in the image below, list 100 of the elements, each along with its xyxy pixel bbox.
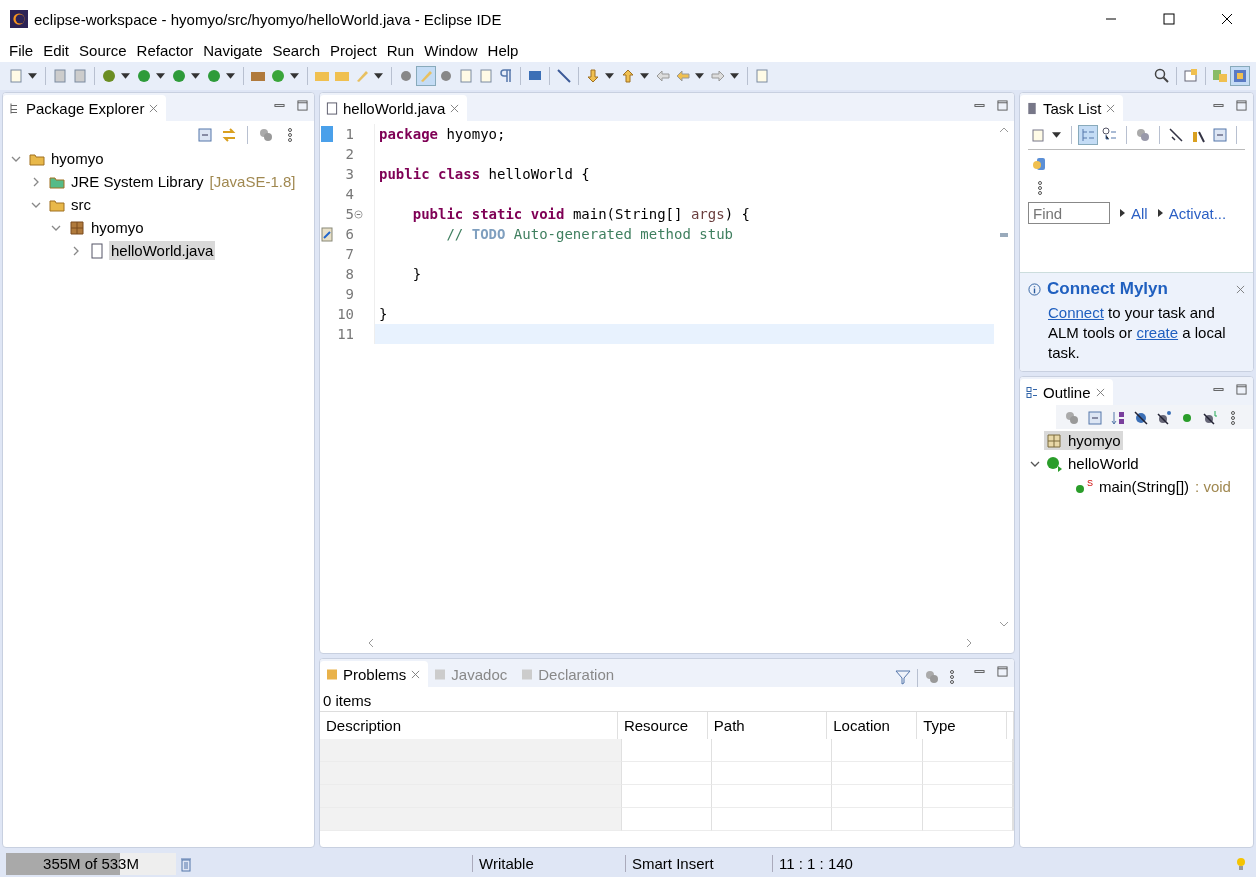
code-line: } <box>411 266 422 282</box>
caret-icon[interactable] <box>191 73 200 79</box>
tree-node-icon <box>89 242 105 259</box>
mylyn-message: Connect to your task and ALM tools or create a local task. <box>1048 303 1227 363</box>
menu-item[interactable]: Project <box>325 41 382 59</box>
method-dot-icon <box>1076 484 1084 493</box>
column-header[interactable]: Type <box>917 712 1007 739</box>
caret-icon[interactable] <box>121 73 130 79</box>
line-number: 8 <box>344 266 354 282</box>
expand-icon[interactable] <box>31 176 41 187</box>
caret-icon[interactable] <box>605 73 614 79</box>
menu-item[interactable]: File <box>4 41 39 59</box>
status-field: 11 : 1 : 140 <box>772 855 909 872</box>
maximize-icon[interactable] <box>997 666 1008 677</box>
lightbulb-icon[interactable] <box>1236 855 1246 872</box>
memory-bar[interactable]: 355M of 533M <box>6 852 176 875</box>
filter-link[interactable]: All <box>1131 204 1148 222</box>
line-number: 11 <box>336 326 354 342</box>
class-icon <box>1046 455 1062 472</box>
maximize-icon[interactable] <box>297 100 308 111</box>
menu-item[interactable]: Run <box>381 41 420 59</box>
tree-item[interactable]: hyomyo <box>89 218 146 237</box>
view-tab-label: Outline <box>1043 383 1091 401</box>
fold-icon[interactable] <box>354 209 363 219</box>
line-number: 2 <box>344 146 354 162</box>
overview-marker-icon <box>1000 233 1008 237</box>
scroll-left-icon[interactable] <box>366 638 376 648</box>
mylyn-link[interactable]: Connect <box>1048 304 1104 321</box>
caret-icon[interactable] <box>730 73 739 79</box>
maximize-icon[interactable] <box>997 100 1008 111</box>
caret-icon[interactable] <box>226 73 235 79</box>
mylyn-link[interactable]: create <box>1136 324 1179 341</box>
tree-item[interactable]: hyomyo <box>49 149 106 168</box>
column-header[interactable]: Location <box>827 712 918 739</box>
menu-item[interactable]: Help <box>482 41 524 59</box>
return-type: : void <box>1195 478 1231 495</box>
notepad-icon <box>1026 101 1038 115</box>
maximize-icon[interactable] <box>1236 384 1247 395</box>
view-tab[interactable]: Outline <box>1020 379 1113 405</box>
caret-icon[interactable] <box>640 73 649 79</box>
tree-item[interactable]: helloWorld.java <box>109 241 216 260</box>
info-icon <box>1028 282 1041 296</box>
tree-item[interactable]: src <box>69 195 93 214</box>
code-line: public class helloWorld { <box>379 166 590 182</box>
outline-item[interactable]: main(String[]) <box>1099 478 1190 495</box>
filter-link[interactable]: Activat... <box>1168 204 1227 222</box>
menu-item[interactable]: Source <box>74 41 132 59</box>
view-tab[interactable]: Problems <box>320 661 429 687</box>
expand-icon[interactable] <box>71 245 81 256</box>
scroll-right-icon[interactable] <box>964 638 974 648</box>
code-line: package hyomyo; <box>379 126 506 142</box>
menu-item[interactable]: Window <box>419 41 483 59</box>
code-line: // TODO Auto-generated method stub <box>445 226 733 242</box>
view-tab-label: Task List <box>1043 99 1102 117</box>
view-icon <box>521 667 534 681</box>
tree-item-decoration: [JavaSE-1.8] <box>209 173 296 190</box>
tree-node-icon <box>69 219 85 236</box>
menu-item[interactable]: Search <box>267 41 325 59</box>
maximize-icon[interactable] <box>1236 100 1247 111</box>
outline-item[interactable]: hyomyo <box>1068 432 1121 449</box>
line-number: 10 <box>336 306 354 322</box>
collapse-all-icon[interactable] <box>1085 408 1105 428</box>
trash-icon[interactable] <box>180 855 192 872</box>
memory-text: 355M of 533M <box>43 855 139 872</box>
menu-item[interactable]: Edit <box>38 41 75 59</box>
view-icon <box>326 667 338 681</box>
collapse-all-icon[interactable] <box>195 125 215 145</box>
view-tab[interactable]: Task List <box>1020 95 1124 121</box>
caret-icon[interactable] <box>374 73 383 79</box>
menu-item[interactable]: Navigate <box>198 41 268 59</box>
line-number: 7 <box>344 246 354 262</box>
line-number: 6 <box>344 226 354 242</box>
java-file-icon <box>326 101 338 115</box>
status-field: Writable <box>472 855 625 872</box>
caret-icon[interactable] <box>290 73 299 79</box>
triangle-icon <box>1157 209 1163 217</box>
caret-icon[interactable] <box>695 73 704 79</box>
view-tab[interactable]: Package Explorer <box>3 95 167 121</box>
item-count: 0 items <box>322 691 373 711</box>
line-number: 9 <box>344 286 354 302</box>
static-modifier-label: S <box>1087 478 1093 488</box>
column-header[interactable]: Path <box>707 712 828 739</box>
perspective-icon[interactable] <box>1230 66 1250 86</box>
find-field[interactable]: Find <box>1028 202 1110 224</box>
editor-tab[interactable]: helloWorld.java <box>320 95 468 121</box>
scroll-down-icon[interactable] <box>999 619 1009 629</box>
caret-icon[interactable] <box>1052 132 1061 138</box>
selected-row[interactable]: hyomyo <box>1044 431 1123 450</box>
outline-item[interactable]: helloWorld <box>1068 455 1139 472</box>
view-icon <box>434 667 447 681</box>
caret-icon[interactable] <box>28 73 37 79</box>
line-number: 5 <box>344 206 354 222</box>
tree-item[interactable]: JRE System Library <box>69 172 206 191</box>
status-field: Smart Insert <box>625 855 772 872</box>
window-title: eclipse-workspace - hyomyo/src/hyomyo/helloWorld.java - Eclipse IDE <box>34 10 502 28</box>
menu-item[interactable]: Refactor <box>131 41 199 59</box>
scroll-up-icon[interactable] <box>999 125 1009 135</box>
eclipse-logo-icon <box>10 10 28 28</box>
caret-icon[interactable] <box>156 73 165 79</box>
bookmark-marker-icon <box>321 126 333 142</box>
